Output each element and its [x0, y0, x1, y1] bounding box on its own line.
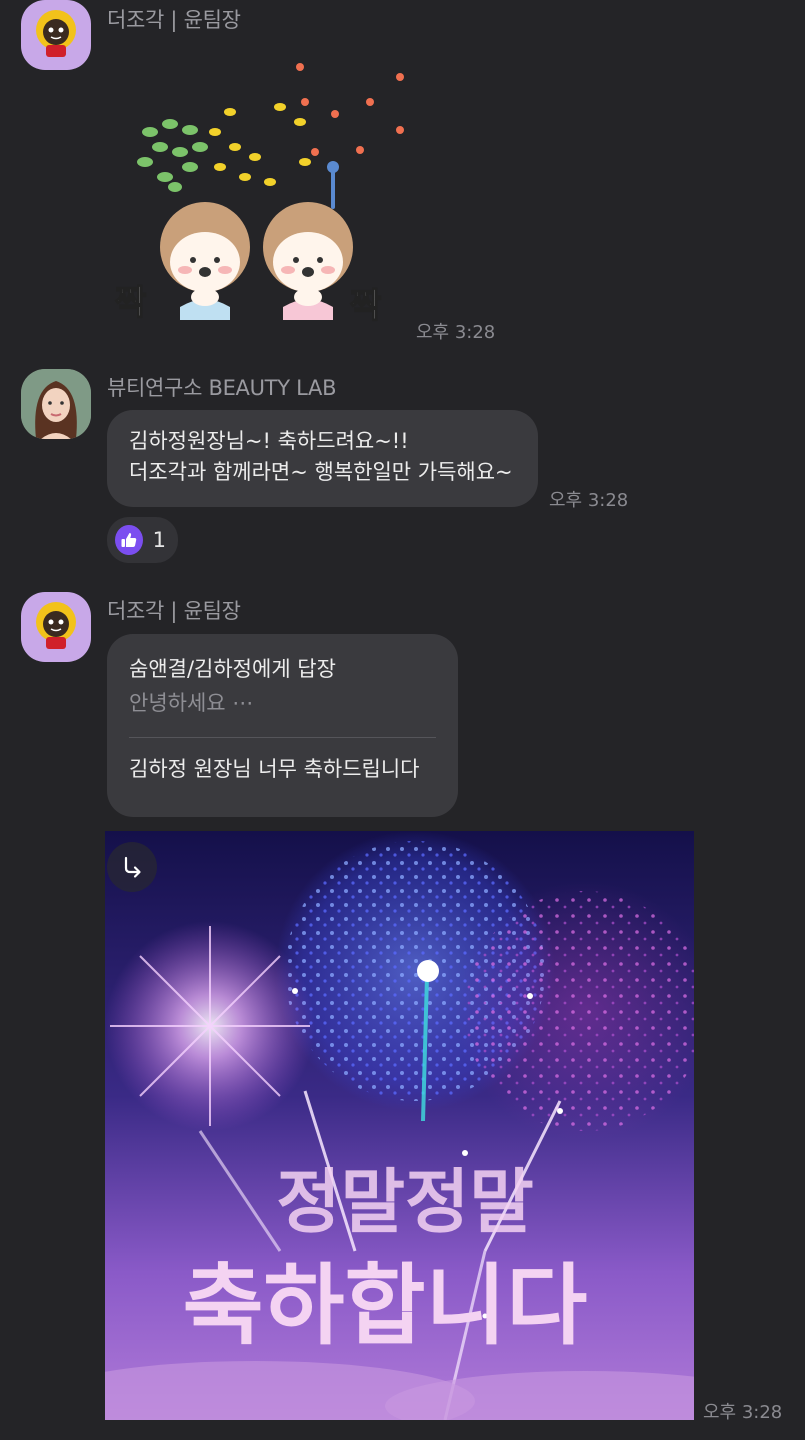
- message-time: 오후 3:28: [703, 1402, 783, 1423]
- sender-avatar-yun[interactable]: [21, 0, 91, 70]
- sender-name: 뷰티연구소 BEAUTY LAB: [107, 376, 337, 400]
- sender-name: 더조각 | 윤팀장: [107, 599, 241, 623]
- reply-share-icon[interactable]: [107, 842, 157, 892]
- reply-divider: [129, 737, 436, 738]
- reply-bubble[interactable]: 숨앤결/김하정에게 답장 안녕하세요 ⋯ 김하정 원장님 너무 축하드립니다: [107, 634, 458, 817]
- reaction-count: 1: [152, 528, 166, 552]
- reply-target: 숨앤결/김하정에게 답장: [129, 657, 336, 681]
- message-time: 오후 3:28: [416, 322, 496, 343]
- fireworks-image[interactable]: 정말정말 축하합니다: [105, 831, 694, 1420]
- reply-text: 김하정 원장님 너무 축하드립니다: [129, 757, 420, 781]
- thumbs-up-icon: [115, 525, 143, 555]
- image-text-line2: 축하합니다: [183, 1254, 588, 1357]
- confetti-icon: [137, 63, 404, 209]
- message-line-1: 김하정원장님~! 축하드려요~!!: [129, 429, 409, 453]
- sender-avatar-yun[interactable]: [21, 592, 91, 662]
- message-line-2: 더조각과 함께라면~ 행복한일만 가득해요~: [129, 460, 513, 484]
- sticker-text-right: 짝: [350, 286, 381, 326]
- reaction-badge[interactable]: 1: [107, 517, 178, 563]
- kid-right: [263, 202, 353, 320]
- sender-name: 더조각 | 윤팀장: [107, 8, 241, 32]
- sticker-text-left: 짝: [115, 283, 146, 323]
- kid-left: [160, 202, 250, 320]
- message-time: 오후 3:28: [549, 490, 629, 511]
- image-text-line1: 정말정말: [276, 1161, 534, 1243]
- message-bubble[interactable]: 김하정원장님~! 축하드려요~!! 더조각과 함께라면~ 행복한일만 가득해요~: [107, 410, 538, 507]
- sender-avatar-beautylab[interactable]: [21, 369, 91, 439]
- sticker-clap[interactable]: 짝 짝: [105, 52, 415, 337]
- reply-quote[interactable]: 안녕하세요 ⋯: [129, 688, 436, 719]
